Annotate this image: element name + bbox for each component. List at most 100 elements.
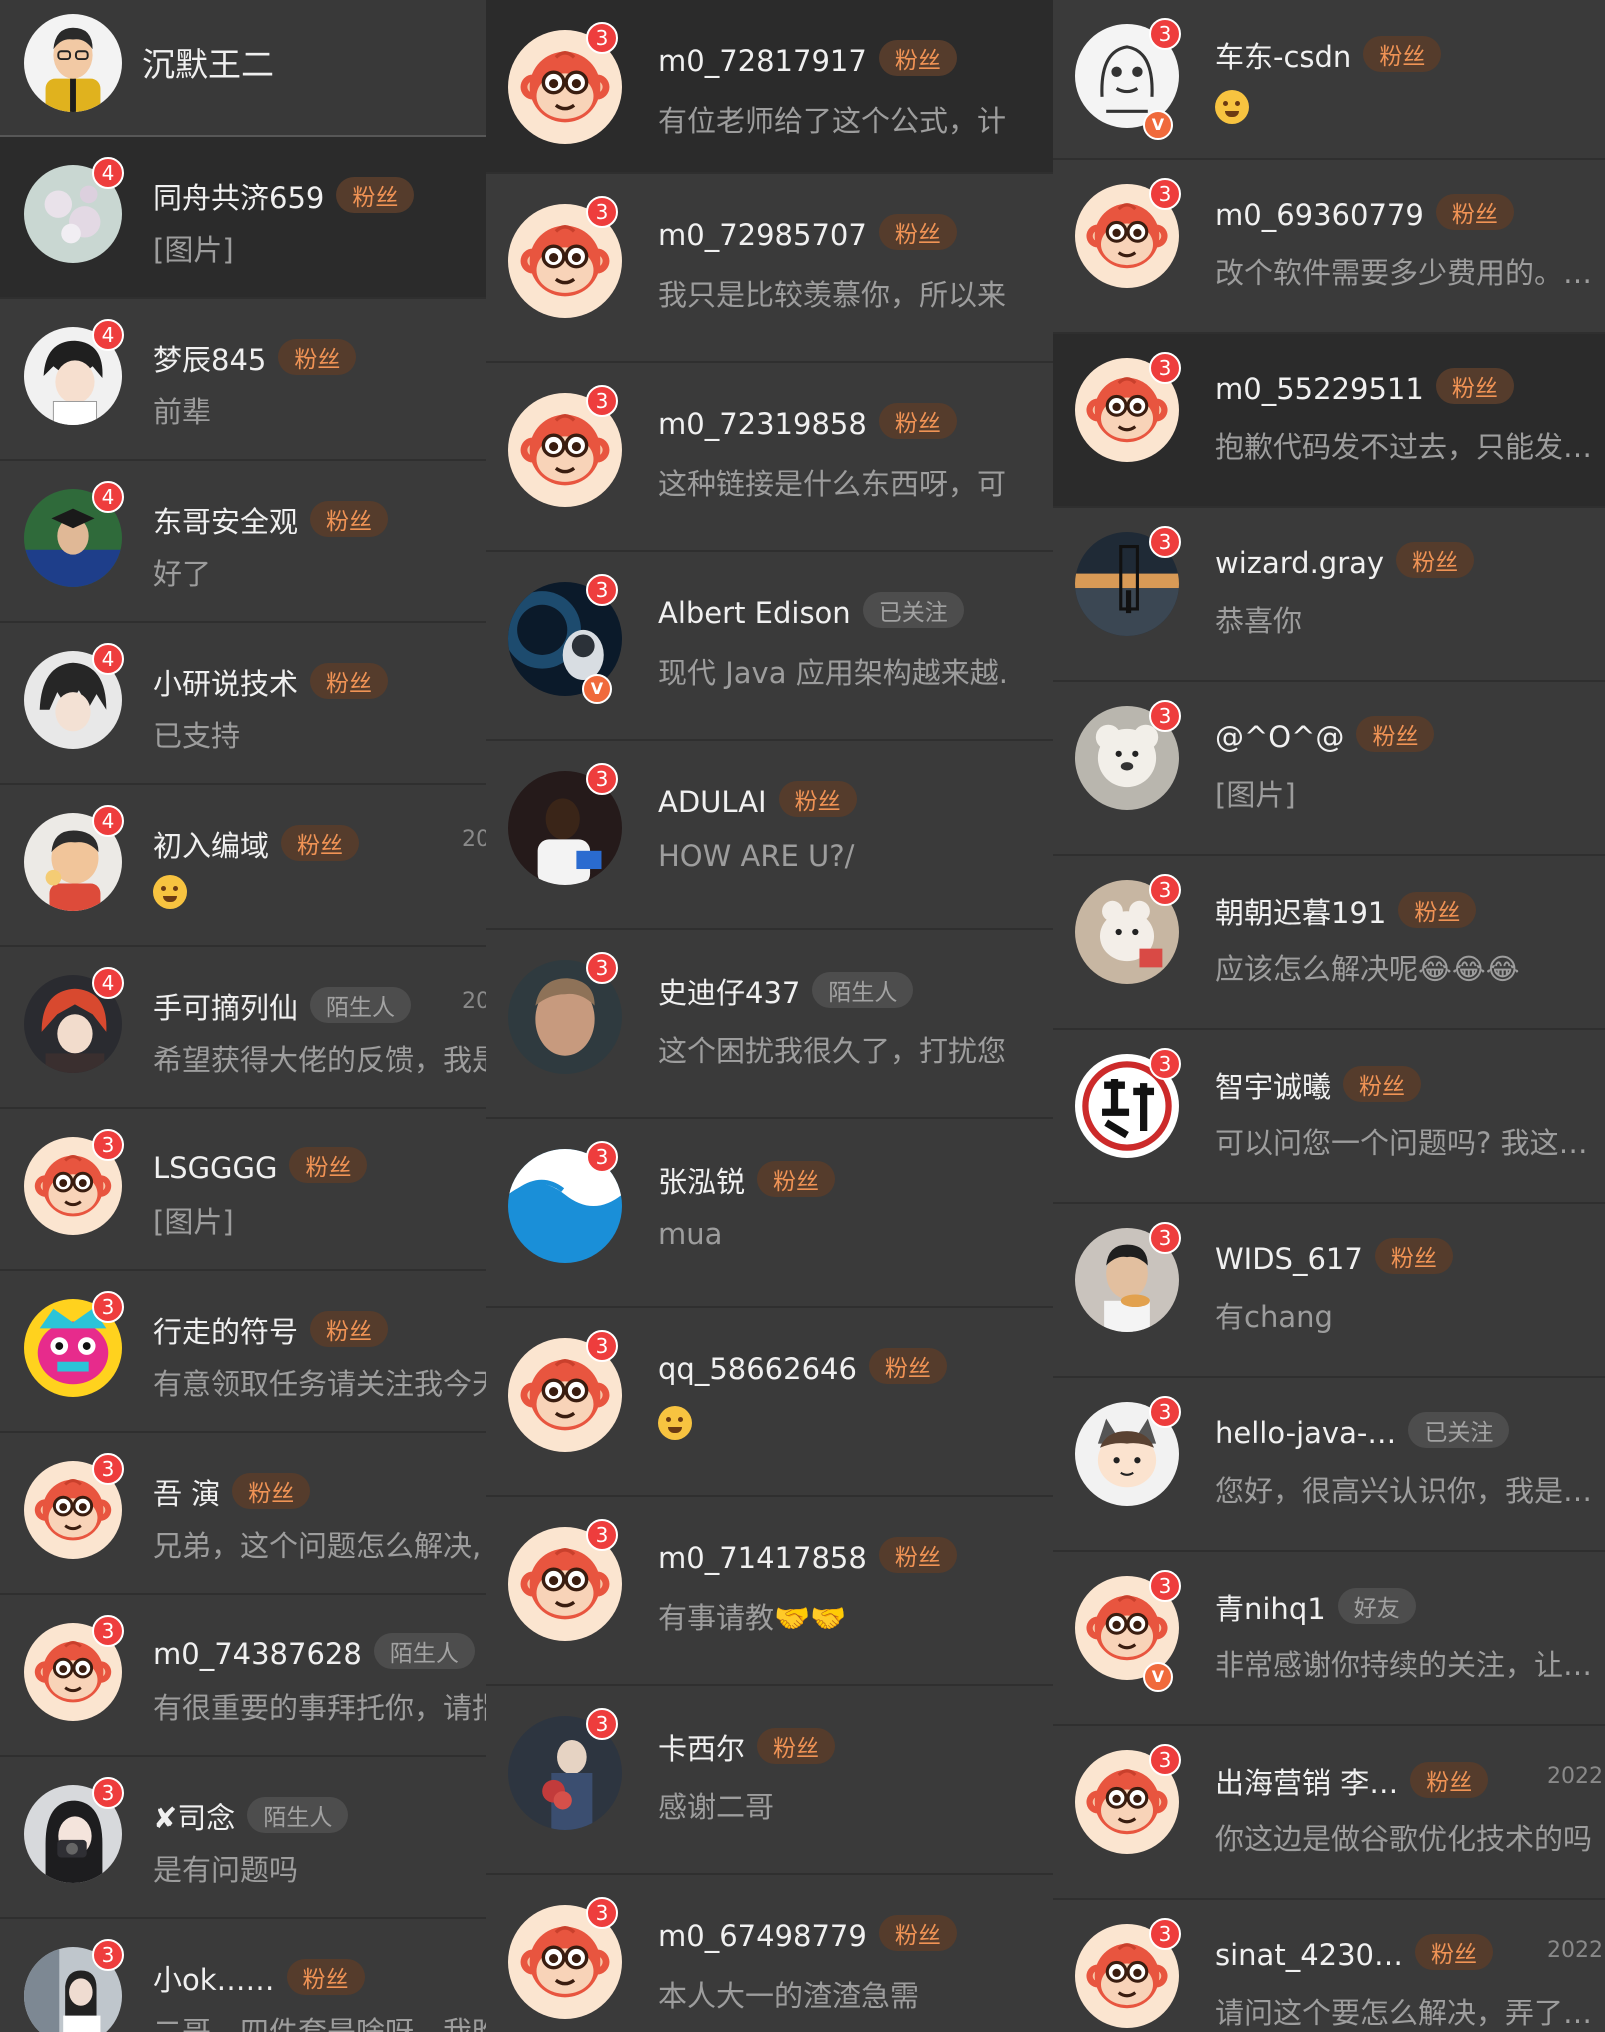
conversation-item[interactable]: 3 m0_72985707 粉丝 我只是比较羡慕你，所以来 (486, 174, 1053, 363)
conversation-item[interactable]: 3 史迪仔437 陌生人 这个困扰我很久了，打扰您 (486, 930, 1053, 1119)
conversation-column-2: 3 m0_72817917 粉丝 有位老师给了这个公式，计 3 m0_72985707 粉丝… (486, 0, 1053, 2032)
conversation-item[interactable]: 3 ✘司念 陌生人 是有问题吗 (0, 1757, 486, 1919)
unread-count-badge: 3 (1149, 1396, 1181, 1428)
relation-tag: 粉丝 (1396, 542, 1475, 578)
conversation-item[interactable]: 3 wizard.gray 粉丝 恭喜你 (1053, 508, 1605, 682)
unread-count-badge: 3 (92, 1291, 124, 1323)
relation-tag: 粉丝 (757, 1161, 836, 1197)
contact-name: 智宇诚曦 (1215, 1070, 1332, 1104)
conversation-item[interactable]: 3 小ok…… 粉丝 二哥，四件套是啥呀，我昨 (0, 1919, 486, 2032)
message-preview: 本人大一的渣渣急需 (658, 1979, 920, 2013)
conversation-item[interactable]: 3 hello-java-… 已关注 您好，很高兴认识你，我是… (1053, 1378, 1605, 1552)
conversation-item[interactable]: 4 初入编域粉丝 20 (0, 785, 486, 947)
relation-tag: 粉丝 (1410, 1762, 1489, 1798)
conversation-item[interactable]: 3 智宇诚曦 粉丝 可以问您一个问题吗? 我这… (1053, 1030, 1605, 1204)
conversation-item[interactable]: 3 m0_67498779 粉丝 本人大一的渣渣急需 (486, 1875, 1053, 2032)
page-title: 沉默王二 (142, 45, 274, 84)
contact-name: m0_67498779 (658, 1919, 867, 1953)
relation-tag: 粉丝 (286, 1959, 365, 1995)
unread-count-badge: 3 (1149, 18, 1181, 50)
timestamp: 2022 (1547, 1764, 1603, 1789)
relation-tag: 粉丝 (868, 1348, 947, 1384)
contact-name: 张泓锐 (658, 1165, 746, 1199)
conversation-item[interactable]: 3 行走的符号 粉丝 有意领取任务请关注我今天 (0, 1271, 486, 1433)
relation-tag: 粉丝 (310, 501, 389, 537)
unread-count-badge: 4 (92, 805, 124, 837)
contact-name: ✘司念 (153, 1801, 236, 1835)
unread-count-badge: 4 (92, 643, 124, 675)
message-preview: 这种链接是什么东西呀，可 (658, 467, 1007, 501)
verified-badge: V (1143, 1662, 1173, 1692)
conversation-item[interactable]: 4 手可摘列仙陌生人希望获得大佬的反馈，我是 20 (0, 947, 486, 1109)
conversation-item[interactable]: 3 LSGGGG 粉丝 [图片] (0, 1109, 486, 1271)
conversation-item[interactable]: 3 V 车东-csdn 粉丝 (1053, 0, 1605, 160)
conversation-item[interactable]: 3 ADULAI 粉丝 HOW ARE U?/ (486, 741, 1053, 930)
relation-tag: 粉丝 (1415, 1934, 1493, 1970)
relation-tag: 粉丝 (289, 1147, 368, 1183)
avatar[interactable] (24, 14, 122, 112)
conversation-item[interactable]: 3 @^O^@ 粉丝 [图片] (1053, 682, 1605, 856)
message-preview: mua (658, 1217, 723, 1251)
conversation-item[interactable]: 3 m0_71417858 粉丝 有事请教🤝🤝 (486, 1497, 1053, 1686)
unread-count-badge: 4 (92, 157, 124, 189)
message-preview: 有事请教🤝🤝 (658, 1601, 847, 1635)
unread-count-badge: 3 (1149, 1048, 1181, 1080)
contact-name: LSGGGG (153, 1151, 278, 1185)
contact-name: 同舟共济659 (153, 181, 325, 215)
conversation-item[interactable]: 3 m0_55229511 粉丝 抱歉代码发不过去，只能发… (1053, 334, 1605, 508)
conversation-item[interactable]: 3 朝朝迟暮191 粉丝 应该怎么解决呢😂😂😂 (1053, 856, 1605, 1030)
relation-tag: 粉丝 (1398, 892, 1477, 928)
relation-tag: 粉丝 (878, 403, 957, 439)
conversation-item[interactable]: 3 m0_74387628 陌生人 有很重要的事拜托你，请指 (0, 1595, 486, 1757)
unread-count-badge: 3 (586, 952, 618, 984)
conversation-item[interactable]: 3 张泓锐 粉丝 mua (486, 1119, 1053, 1308)
blush-emoji (658, 1406, 692, 1440)
conversation-item[interactable]: 3 V 青nihq1 好友 非常感谢你持续的关注，让… (1053, 1552, 1605, 1726)
unread-count-badge: 3 (92, 1615, 124, 1647)
conversation-item[interactable]: 3 m0_72817917 粉丝 有位老师给了这个公式，计 (486, 0, 1053, 174)
conversation-list: 3 V 车东-csdn 粉丝 3 m0_69360779 粉丝 改个软件需要多少费用的。… 3 m… (1053, 0, 1605, 2032)
conversation-item[interactable]: 3 sinat_4230… 粉丝 请问这个要怎么解决，弄了… 2022 (1053, 1900, 1605, 2032)
verified-badge: V (582, 674, 612, 704)
conversation-item[interactable]: 3 V Albert Edison 已关注 现代 Java 应用架构越来越. (486, 552, 1053, 741)
relation-tag: 陌生人 (373, 1633, 475, 1669)
message-preview: [图片] (1215, 778, 1296, 812)
contact-name: 出海营销 李… (1215, 1766, 1399, 1800)
conversation-item[interactable]: 3 出海营销 李… 粉丝 你这边是做谷歌优化技术的吗 2022 (1053, 1726, 1605, 1900)
contact-name: 青nihq1 (1215, 1592, 1326, 1626)
unread-count-badge: 3 (1149, 700, 1181, 732)
unread-count-badge: 4 (92, 481, 124, 513)
unread-count-badge: 3 (1149, 1570, 1181, 1602)
message-preview: 好了 (153, 557, 212, 591)
unread-count-badge: 3 (586, 1141, 618, 1173)
conversation-item[interactable]: 3 卡西尔 粉丝 感谢二哥 (486, 1686, 1053, 1875)
message-preview: 现代 Java 应用架构越来越. (658, 656, 1008, 690)
conversation-item[interactable]: 4 同舟共济659 粉丝 [图片] (0, 137, 486, 299)
message-preview: 我只是比较羡慕你，所以来 (658, 278, 1007, 312)
conversation-item[interactable]: 4 梦辰845 粉丝 前辈 (0, 299, 486, 461)
unread-count-badge: 3 (1149, 1744, 1181, 1776)
unread-count-badge: 3 (92, 1777, 124, 1809)
relation-tag: 粉丝 (1435, 194, 1514, 230)
unread-count-badge: 3 (92, 1939, 124, 1971)
conversation-item[interactable]: 3 吾 演粉丝 兄弟，这个问题怎么解决, (0, 1433, 486, 1595)
conversation-item[interactable]: 3 qq_58662646 粉丝 (486, 1308, 1053, 1497)
conversation-item[interactable]: 4 东哥安全观 粉丝 好了 (0, 461, 486, 623)
conversation-item[interactable]: 4 小研说技术 粉丝 已支持 (0, 623, 486, 785)
unread-count-badge: 3 (1149, 874, 1181, 906)
conversation-column-1: 沉默王二 4 同舟共济659 粉丝 [图片] 4 梦辰845 粉丝 前辈 4 东哥安全观 粉丝 好了 4… (0, 0, 486, 2032)
conversation-item[interactable]: 3 m0_69360779 粉丝 改个软件需要多少费用的。… (1053, 160, 1605, 334)
verified-badge: V (1143, 110, 1173, 140)
message-preview: 改个软件需要多少费用的。… (1215, 256, 1593, 290)
timestamp: 2022 (1547, 1938, 1603, 1963)
message-preview: 应该怎么解决呢😂😂😂 (1215, 952, 1520, 986)
contact-name: 手可摘列仙 (153, 991, 299, 1025)
unread-count-badge: 3 (586, 1330, 618, 1362)
conversation-item[interactable]: 3 m0_72319858 粉丝 这种链接是什么东西呀，可 (486, 363, 1053, 552)
conversation-list: 3 m0_72817917 粉丝 有位老师给了这个公式，计 3 m0_72985707 粉丝… (486, 0, 1053, 2032)
contact-name: 卡西尔 (658, 1732, 746, 1766)
conversation-item[interactable]: 3 WIDS_617 粉丝 有chang (1053, 1204, 1605, 1378)
contact-name: qq_58662646 (658, 1352, 857, 1386)
message-preview: 有很重要的事拜托你，请指 (153, 1691, 486, 1725)
unread-count-badge: 3 (1149, 1222, 1181, 1254)
